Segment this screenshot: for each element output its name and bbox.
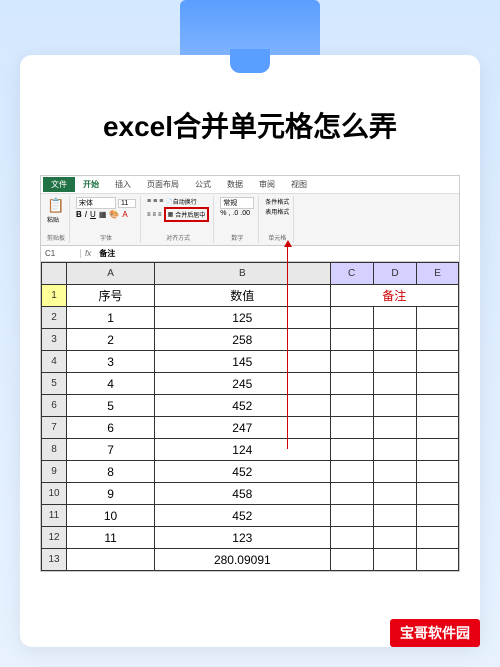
table-row: 13280.09091 — [42, 549, 459, 571]
align-right-icon[interactable]: ≡ — [158, 212, 162, 218]
tab-review[interactable]: 审阅 — [251, 177, 283, 192]
align-mid-icon[interactable]: ≡ — [153, 198, 157, 205]
excel-screenshot: 文件 开始 插入 页面布局 公式 数据 审阅 视图 📋 粘贴 剪贴板 宋体 — [40, 175, 460, 572]
table-row: 21125 — [42, 307, 459, 329]
tab-home[interactable]: 开始 — [75, 177, 107, 192]
merge-icon: ▦ — [168, 211, 174, 218]
table-row: 109458 — [42, 483, 459, 505]
wrap-text-button[interactable]: 📄自动换行 — [165, 197, 197, 206]
col-header-c[interactable]: C — [330, 263, 373, 285]
row-header[interactable]: 1 — [42, 285, 67, 307]
align-top-icon[interactable]: ≡ — [147, 198, 151, 205]
formula-input[interactable]: 备注 — [95, 248, 459, 259]
bold-icon[interactable]: B — [76, 210, 82, 219]
name-box[interactable]: C1 — [41, 249, 81, 258]
group-clipboard: 📋 粘贴 剪贴板 — [43, 196, 70, 243]
tab-layout[interactable]: 页面布局 — [139, 177, 187, 192]
fx-icon[interactable]: fx — [81, 249, 95, 258]
table-row: 1 序号 数值 备注 — [42, 285, 459, 307]
dec-decimal-icon[interactable]: .00 — [240, 210, 250, 217]
conditional-format-button[interactable]: 条件格式 — [265, 197, 289, 206]
tab-data[interactable]: 数据 — [219, 177, 251, 192]
watermark-badge: 宝哥软件园 — [390, 619, 480, 647]
tab-insert[interactable]: 插入 — [107, 177, 139, 192]
col-header-e[interactable]: E — [417, 263, 459, 285]
inc-decimal-icon[interactable]: .0 — [232, 210, 238, 217]
ribbon-body: 📋 粘贴 剪贴板 宋体 11 B I U ▦ 🎨 — [41, 194, 459, 246]
table-row: 87124 — [42, 439, 459, 461]
align-center-icon[interactable]: ≡ — [153, 212, 157, 218]
annotation-arrow — [287, 244, 288, 449]
spreadsheet: A B C D E 1 序号 数值 备注 21125 32258 43145 5… — [41, 262, 459, 571]
number-format-select[interactable]: 常规 — [220, 197, 254, 209]
select-all-corner[interactable] — [42, 263, 67, 285]
col-header-d[interactable]: D — [373, 263, 416, 285]
col-header-b[interactable]: B — [155, 263, 330, 285]
cell-merged-remark[interactable]: 备注 — [330, 285, 458, 307]
paste-icon[interactable]: 📋 — [47, 197, 65, 214]
group-font: 宋体 11 B I U ▦ 🎨 A 字体 — [72, 196, 141, 243]
page-title: excel合并单元格怎么弄 — [40, 105, 460, 145]
align-bot-icon[interactable]: ≡ — [159, 198, 163, 205]
table-row: 98452 — [42, 461, 459, 483]
col-header-a[interactable]: A — [67, 263, 155, 285]
paste-label: 粘贴 — [47, 215, 65, 224]
file-tab[interactable]: 文件 — [43, 177, 75, 192]
table-row: 76247 — [42, 417, 459, 439]
currency-icon[interactable]: % — [220, 210, 226, 217]
font-color-icon[interactable]: A — [122, 210, 127, 219]
italic-icon[interactable]: I — [85, 210, 87, 219]
cell[interactable]: 序号 — [67, 285, 155, 307]
clipboard-clip — [180, 0, 320, 55]
border-icon[interactable]: ▦ — [99, 210, 107, 219]
group-number: 常规 % , .0 .00 数字 — [216, 196, 259, 243]
content-card: excel合并单元格怎么弄 文件 开始 插入 页面布局 公式 数据 审阅 视图 … — [20, 55, 480, 647]
group-styles: 条件格式 表用格式 单元格 — [261, 196, 294, 243]
table-row: 65452 — [42, 395, 459, 417]
table-row: 1110452 — [42, 505, 459, 527]
table-row: 43145 — [42, 351, 459, 373]
group-align: ≡ ≡ ≡ 📄自动换行 ≡ ≡ ≡ ▦ 合并后居中 — [143, 196, 214, 243]
cell[interactable]: 数值 — [155, 285, 330, 307]
fill-color-icon[interactable]: 🎨 — [109, 210, 119, 219]
underline-icon[interactable]: U — [90, 210, 96, 219]
tab-formulas[interactable]: 公式 — [187, 177, 219, 192]
column-header-row: A B C D E — [42, 263, 459, 285]
align-left-icon[interactable]: ≡ — [147, 212, 151, 218]
merge-center-button[interactable]: ▦ 合并后居中 — [164, 207, 210, 222]
comma-icon[interactable]: , — [228, 210, 230, 217]
font-name-select[interactable]: 宋体 — [76, 197, 116, 209]
table-row: 32258 — [42, 329, 459, 351]
cell-styles-button[interactable]: 表用格式 — [265, 207, 289, 216]
ribbon-tabs: 文件 开始 插入 页面布局 公式 数据 审阅 视图 — [41, 176, 459, 194]
formula-bar: C1 fx 备注 — [41, 246, 459, 262]
table-row: 54245 — [42, 373, 459, 395]
tab-view[interactable]: 视图 — [283, 177, 315, 192]
table-row: 1211123 — [42, 527, 459, 549]
font-size-select[interactable]: 11 — [118, 199, 136, 208]
